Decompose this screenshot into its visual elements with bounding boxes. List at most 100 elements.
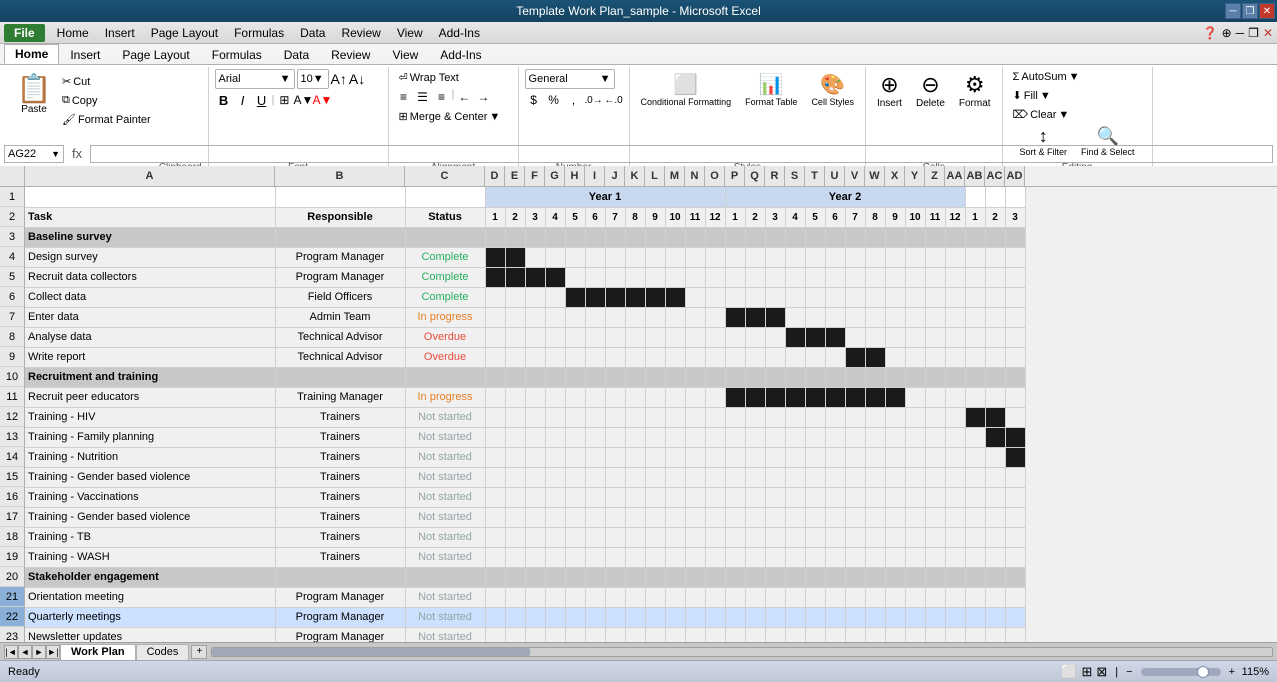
formula-function-icon[interactable]: fx xyxy=(68,146,86,161)
underline-button[interactable]: U xyxy=(253,91,271,109)
sheet-nav-next[interactable]: ► xyxy=(32,645,46,659)
row-num-17[interactable]: 17 xyxy=(0,507,24,527)
col-header-Z[interactable]: Z xyxy=(925,166,945,186)
copy-button[interactable]: ⧉ Copy xyxy=(58,92,155,109)
col-header-AA[interactable]: AA xyxy=(945,166,965,186)
tab-home[interactable]: Home xyxy=(4,44,59,64)
col-header-Y[interactable]: Y xyxy=(905,166,925,186)
indent-increase-button[interactable]: → xyxy=(474,88,492,106)
row-num-11[interactable]: 11 xyxy=(0,387,24,407)
row-num-10[interactable]: 10 xyxy=(0,367,24,387)
col-header-L[interactable]: L xyxy=(645,166,665,186)
close-button[interactable]: ✕ xyxy=(1259,3,1275,19)
minimize-button[interactable]: ─ xyxy=(1225,3,1241,19)
tab-page-layout[interactable]: Page Layout xyxy=(111,44,200,64)
col-header-A[interactable]: A xyxy=(25,166,275,186)
menu-data[interactable]: Data xyxy=(292,24,333,42)
col-header-H[interactable]: H xyxy=(565,166,585,186)
percent-button[interactable]: % xyxy=(545,91,563,109)
sheet-nav-prev[interactable]: ◄ xyxy=(18,645,32,659)
sheet-tab-workplan[interactable]: Work Plan xyxy=(60,644,136,660)
zoom-level[interactable]: 115% xyxy=(1239,666,1269,678)
col-header-Q[interactable]: Q xyxy=(745,166,765,186)
bold-button[interactable]: B xyxy=(215,91,233,109)
row-num-3[interactable]: 3 xyxy=(0,227,24,247)
row-num-13[interactable]: 13 xyxy=(0,427,24,447)
col-header-V[interactable]: V xyxy=(845,166,865,186)
view-page-break-icon[interactable]: ⊠ xyxy=(1096,664,1107,680)
col-header-F[interactable]: F xyxy=(525,166,545,186)
menu-insert[interactable]: Insert xyxy=(97,24,143,42)
row-num-19[interactable]: 19 xyxy=(0,547,24,567)
menu-page-layout[interactable]: Page Layout xyxy=(143,24,226,42)
formula-input[interactable] xyxy=(90,145,1273,163)
paste-button[interactable]: 📋 Paste xyxy=(10,69,58,129)
col-header-D[interactable]: D xyxy=(485,166,505,186)
wrap-text-button[interactable]: ⏎ Wrap Text xyxy=(395,69,463,86)
row-num-1[interactable]: 1 xyxy=(0,187,24,207)
restore2-icon[interactable]: ❒ xyxy=(1248,26,1259,40)
clear-button[interactable]: ⌦ Clear ▼ xyxy=(1009,106,1074,123)
col-header-AC[interactable]: AC xyxy=(985,166,1005,186)
menu-formulas[interactable]: Formulas xyxy=(226,24,292,42)
col-header-T[interactable]: T xyxy=(805,166,825,186)
view-normal-icon[interactable]: ⬜ xyxy=(1061,664,1077,680)
col-header-AD[interactable]: AD xyxy=(1005,166,1025,186)
sheet-insert-button[interactable]: + xyxy=(191,645,207,659)
cell-styles-button[interactable]: 🎨 Cell Styles xyxy=(806,69,859,110)
delete-button[interactable]: ⊖ Delete xyxy=(911,69,950,112)
col-header-R[interactable]: R xyxy=(765,166,785,186)
insert-button[interactable]: ⊕ Insert xyxy=(872,69,907,112)
col-header-U[interactable]: U xyxy=(825,166,845,186)
minimize2-icon[interactable]: ─ xyxy=(1236,26,1245,40)
col-header-AB[interactable]: AB xyxy=(965,166,985,186)
indent-decrease-button[interactable]: ← xyxy=(455,88,473,106)
menu-review[interactable]: Review xyxy=(333,24,388,42)
col-header-W[interactable]: W xyxy=(865,166,885,186)
cell-reference-box[interactable]: AG22 ▼ xyxy=(4,145,64,163)
fill-color-button[interactable]: A▼ xyxy=(294,91,312,109)
col-header-M[interactable]: M xyxy=(665,166,685,186)
sheet-tab-codes[interactable]: Codes xyxy=(136,644,190,660)
horizontal-scrollbar[interactable] xyxy=(211,647,1273,657)
comma-button[interactable]: , xyxy=(565,91,583,109)
fill-button[interactable]: ⬇ Fill ▼ xyxy=(1009,87,1055,104)
row-num-20[interactable]: 20 xyxy=(0,567,24,587)
col-header-B[interactable]: B xyxy=(275,166,405,186)
row-num-18[interactable]: 18 xyxy=(0,527,24,547)
currency-button[interactable]: $ xyxy=(525,91,543,109)
col-header-O[interactable]: O xyxy=(705,166,725,186)
menu-home[interactable]: Home xyxy=(49,24,97,42)
decimal-decrease-button[interactable]: ←.0 xyxy=(605,91,623,109)
row-num-23[interactable]: 23 xyxy=(0,627,24,642)
col-header-G[interactable]: G xyxy=(545,166,565,186)
format-as-table-button[interactable]: 📊 Format Table xyxy=(740,69,802,110)
close2-icon[interactable]: ✕ xyxy=(1263,26,1273,40)
col-header-E[interactable]: E xyxy=(505,166,525,186)
format-button[interactable]: ⚙ Format xyxy=(954,69,996,112)
row-num-14[interactable]: 14 xyxy=(0,447,24,467)
row-num-9[interactable]: 9 xyxy=(0,347,24,367)
align-right-button[interactable]: ≡ xyxy=(433,88,451,106)
menu-addins[interactable]: Add-Ins xyxy=(431,24,488,42)
col-header-P[interactable]: P xyxy=(725,166,745,186)
tab-view[interactable]: View xyxy=(381,44,429,64)
row-num-21[interactable]: 21 xyxy=(0,587,24,607)
col-header-K[interactable]: K xyxy=(625,166,645,186)
autosum-button[interactable]: Σ AutoSum ▼ xyxy=(1009,69,1084,85)
tab-formulas[interactable]: Formulas xyxy=(201,44,273,64)
row-num-16[interactable]: 16 xyxy=(0,487,24,507)
row-num-12[interactable]: 12 xyxy=(0,407,24,427)
col-header-I[interactable]: I xyxy=(585,166,605,186)
file-menu-button[interactable]: File xyxy=(4,24,45,42)
cut-button[interactable]: ✂ Cut xyxy=(58,73,155,90)
zoom-in-button[interactable]: + xyxy=(1229,666,1235,678)
decrease-font-button[interactable]: A↓ xyxy=(349,71,365,87)
sheet-nav-last[interactable]: ►| xyxy=(46,645,60,659)
row-num-22[interactable]: 22 xyxy=(0,607,24,627)
merge-center-button[interactable]: ⊞ Merge & Center▼ xyxy=(395,108,512,125)
decimal-increase-button[interactable]: .0→ xyxy=(585,91,603,109)
col-header-J[interactable]: J xyxy=(605,166,625,186)
align-center-button[interactable]: ☰ xyxy=(414,88,432,106)
tab-data[interactable]: Data xyxy=(273,44,320,64)
